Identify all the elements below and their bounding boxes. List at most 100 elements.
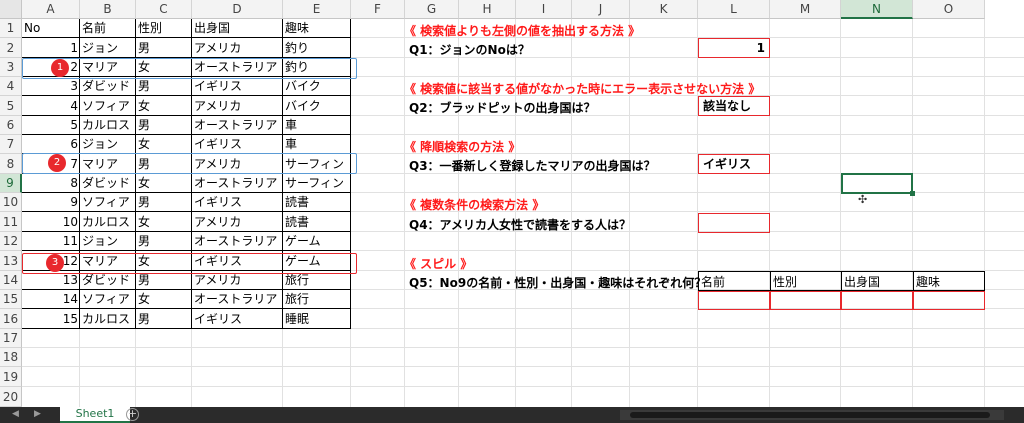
table-cell[interactable]: 男 [136, 38, 192, 58]
table-cell[interactable]: 8 [22, 174, 80, 193]
table-cell[interactable]: 女 [136, 174, 192, 193]
row-header-16[interactable]: 16 [0, 309, 22, 329]
table-cell[interactable]: 男 [136, 77, 192, 96]
column-header-l[interactable]: L [698, 0, 770, 19]
table-cell[interactable]: 1 [22, 38, 80, 58]
table-cell[interactable]: ダビッド [80, 174, 136, 193]
table-header-cell[interactable]: No [22, 19, 80, 38]
row-header-8[interactable]: 8 [0, 154, 22, 174]
prev-sheet-icon[interactable]: ◀ [12, 409, 19, 419]
row-header-7[interactable]: 7 [0, 135, 22, 154]
row-header-15[interactable]: 15 [0, 290, 22, 309]
table-cell[interactable]: ダビッド [80, 77, 136, 96]
row-header-17[interactable]: 17 [0, 329, 22, 348]
table-cell[interactable]: 読書 [283, 193, 351, 212]
table-cell[interactable]: 男 [136, 116, 192, 135]
q5-answer-cell[interactable] [770, 291, 841, 310]
table-cell[interactable]: アメリカ [192, 38, 283, 58]
table-cell[interactable]: オーストラリア [192, 290, 283, 309]
answer-2[interactable]: 該当なし [698, 96, 770, 116]
row-header-2[interactable]: 2 [0, 38, 22, 58]
active-cell[interactable] [841, 173, 913, 194]
table-header-cell[interactable]: 名前 [80, 19, 136, 38]
q5-answer-cell[interactable] [913, 291, 985, 310]
table-cell[interactable]: ジョン [80, 232, 136, 251]
table-cell[interactable]: イギリス [192, 309, 283, 329]
answer-3[interactable]: イギリス [698, 154, 770, 174]
table-cell[interactable]: 読書 [283, 212, 351, 232]
q5-header-cell[interactable]: 性別 [770, 271, 841, 291]
table-cell[interactable]: 15 [22, 309, 80, 329]
column-header-b[interactable]: B [80, 0, 136, 19]
q5-answer-cell[interactable] [841, 291, 913, 310]
row-header-1[interactable]: 1 [0, 19, 22, 38]
row-header-9[interactable]: 9 [0, 174, 22, 193]
select-all-corner[interactable] [0, 0, 22, 19]
column-header-k[interactable]: K [630, 0, 698, 19]
table-cell[interactable]: アメリカ [192, 96, 283, 116]
answer-1[interactable]: 1 [698, 38, 770, 58]
row-header-13[interactable]: 13 [0, 251, 22, 271]
table-cell[interactable]: オーストラリア [192, 116, 283, 135]
table-cell[interactable]: 睡眠 [283, 309, 351, 329]
table-cell[interactable]: カルロス [80, 212, 136, 232]
table-cell[interactable]: イギリス [192, 193, 283, 212]
table-header-cell[interactable]: 性別 [136, 19, 192, 38]
column-header-h[interactable]: H [459, 0, 516, 19]
column-header-g[interactable]: G [405, 0, 459, 19]
column-header-n[interactable]: N [841, 0, 913, 19]
table-cell[interactable]: 5 [22, 116, 80, 135]
table-cell[interactable]: 6 [22, 135, 80, 154]
table-cell[interactable]: 9 [22, 193, 80, 212]
column-header-c[interactable]: C [136, 0, 192, 19]
table-cell[interactable]: 男 [136, 309, 192, 329]
row-header-19[interactable]: 19 [0, 367, 22, 387]
column-header-j[interactable]: J [572, 0, 630, 19]
add-sheet-icon[interactable]: + [126, 408, 139, 421]
table-cell[interactable]: オーストラリア [192, 174, 283, 193]
table-cell[interactable]: ジョン [80, 135, 136, 154]
horizontal-scrollbar[interactable] [620, 410, 1004, 420]
sheet-tab-sheet1[interactable]: Sheet1 [60, 407, 130, 423]
table-cell[interactable]: イギリス [192, 135, 283, 154]
q5-header-cell[interactable]: 出身国 [841, 271, 913, 291]
table-cell[interactable]: オーストラリア [192, 232, 283, 251]
q5-header-cell[interactable]: 名前 [698, 271, 770, 291]
column-header-f[interactable]: F [351, 0, 405, 19]
table-cell[interactable]: カルロス [80, 116, 136, 135]
table-cell[interactable]: 11 [22, 232, 80, 251]
table-cell[interactable]: バイク [283, 96, 351, 116]
row-header-6[interactable]: 6 [0, 116, 22, 135]
row-header-18[interactable]: 18 [0, 348, 22, 367]
row-header-4[interactable]: 4 [0, 77, 22, 96]
column-header-o[interactable]: O [913, 0, 985, 19]
table-cell[interactable]: 女 [136, 96, 192, 116]
column-header-i[interactable]: I [516, 0, 572, 19]
table-cell[interactable]: 4 [22, 96, 80, 116]
table-cell[interactable]: アメリカ [192, 212, 283, 232]
row-header-20[interactable]: 20 [0, 387, 22, 407]
row-header-5[interactable]: 5 [0, 96, 22, 116]
column-header-e[interactable]: E [283, 0, 351, 19]
table-cell[interactable]: 車 [283, 116, 351, 135]
q5-header-cell[interactable]: 趣味 [913, 271, 985, 291]
table-cell[interactable]: ジョン [80, 38, 136, 58]
answer-4[interactable] [698, 213, 770, 233]
table-cell[interactable]: 釣り [283, 38, 351, 58]
column-header-a[interactable]: A [22, 0, 80, 19]
table-cell[interactable]: バイク [283, 77, 351, 96]
table-cell[interactable]: サーフィン [283, 174, 351, 193]
table-cell[interactable]: 女 [136, 135, 192, 154]
table-cell[interactable]: 10 [22, 212, 80, 232]
table-cell[interactable]: 男 [136, 232, 192, 251]
row-header-12[interactable]: 12 [0, 232, 22, 251]
table-header-cell[interactable]: 出身国 [192, 19, 283, 38]
table-cell[interactable]: 男 [136, 193, 192, 212]
next-sheet-icon[interactable]: ▶ [34, 409, 41, 419]
row-header-14[interactable]: 14 [0, 271, 22, 290]
table-cell[interactable]: イギリス [192, 77, 283, 96]
q5-answer-cell[interactable] [698, 291, 770, 310]
table-cell[interactable]: 14 [22, 290, 80, 309]
table-cell[interactable]: ソフィア [80, 96, 136, 116]
table-cell[interactable]: 3 [22, 77, 80, 96]
